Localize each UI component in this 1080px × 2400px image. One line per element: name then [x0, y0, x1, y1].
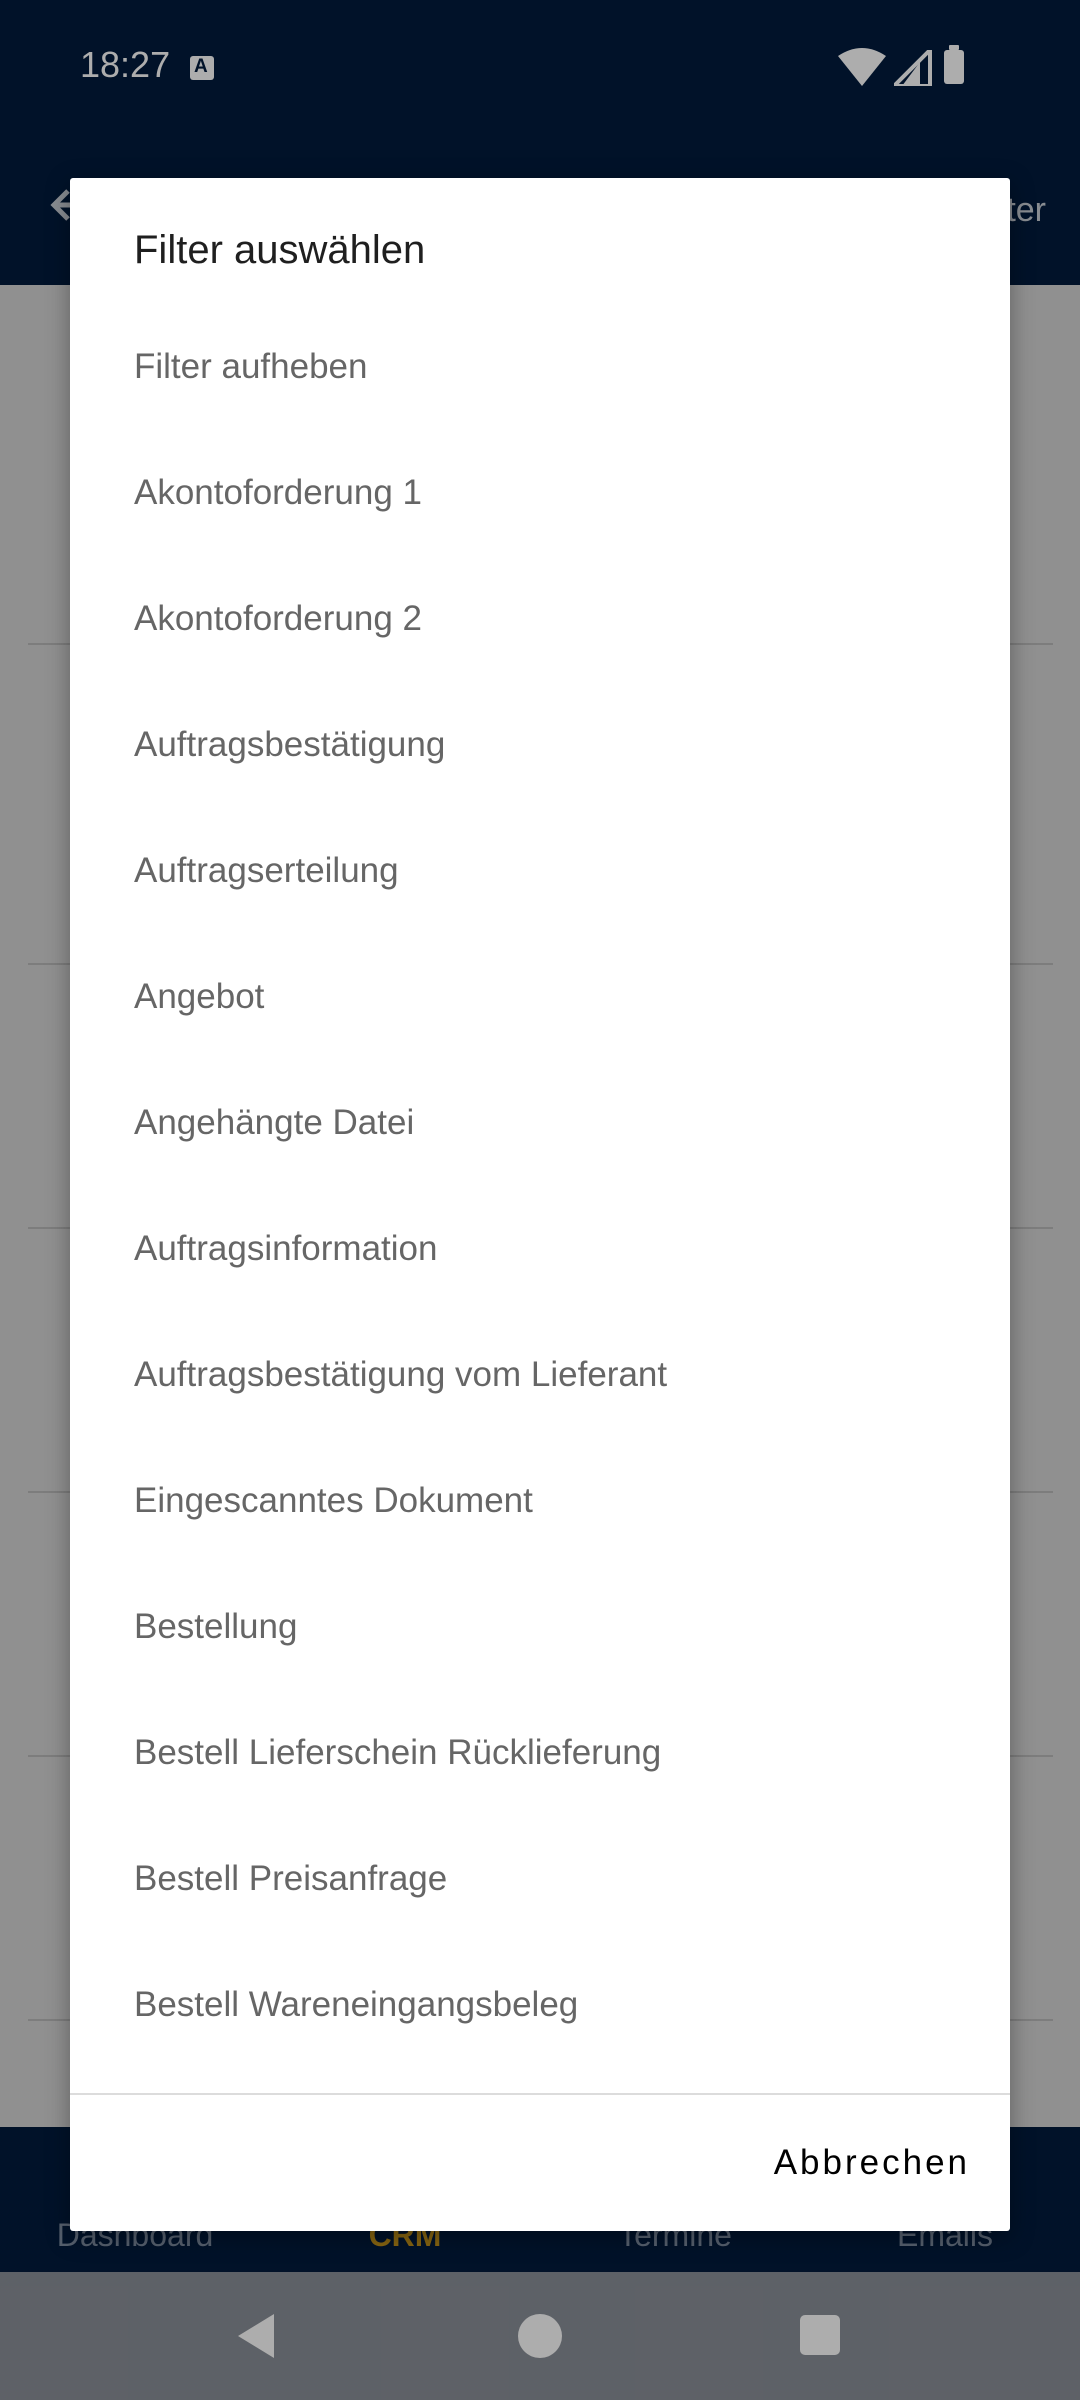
filter-option-clear[interactable]: Filter aufheben — [70, 304, 1010, 430]
filter-option-auftragsinformation[interactable]: Auftragsinformation — [70, 1186, 1010, 1312]
filter-option-bestell-preisanfrage[interactable]: Bestell Preisanfrage — [70, 1816, 1010, 1942]
dialog-divider — [70, 2093, 1010, 2095]
filter-option-bestell-wareneingangsbeleg[interactable]: Bestell Wareneingangsbeleg — [70, 1942, 1010, 2068]
filter-option-eingescanntes-dokument[interactable]: Eingescanntes Dokument — [70, 1438, 1010, 1564]
filter-option-auftragsbestaetigung-lieferant[interactable]: Auftragsbestätigung vom Lieferant — [70, 1312, 1010, 1438]
cancel-button[interactable]: Abbrechen — [774, 2128, 970, 2198]
filter-option-bestellung[interactable]: Bestellung — [70, 1564, 1010, 1690]
filter-options-list: Filter aufheben Akontoforderung 1 Akonto… — [70, 304, 1010, 2068]
dialog-title: Filter auswählen — [134, 228, 426, 272]
filter-option-auftragsbestaetigung[interactable]: Auftragsbestätigung — [70, 682, 1010, 808]
filter-option-akontoforderung-2[interactable]: Akontoforderung 2 — [70, 556, 1010, 682]
filter-option-akontoforderung-1[interactable]: Akontoforderung 1 — [70, 430, 1010, 556]
filter-option-auftragserteilung[interactable]: Auftragserteilung — [70, 808, 1010, 934]
filter-option-bestell-lieferschein[interactable]: Bestell Lieferschein Rücklieferung — [70, 1690, 1010, 1816]
filter-dialog: Filter auswählen Filter aufheben Akontof… — [70, 178, 1010, 2231]
filter-option-angehaengte-datei[interactable]: Angehängte Datei — [70, 1060, 1010, 1186]
filter-option-angebot[interactable]: Angebot — [70, 934, 1010, 1060]
